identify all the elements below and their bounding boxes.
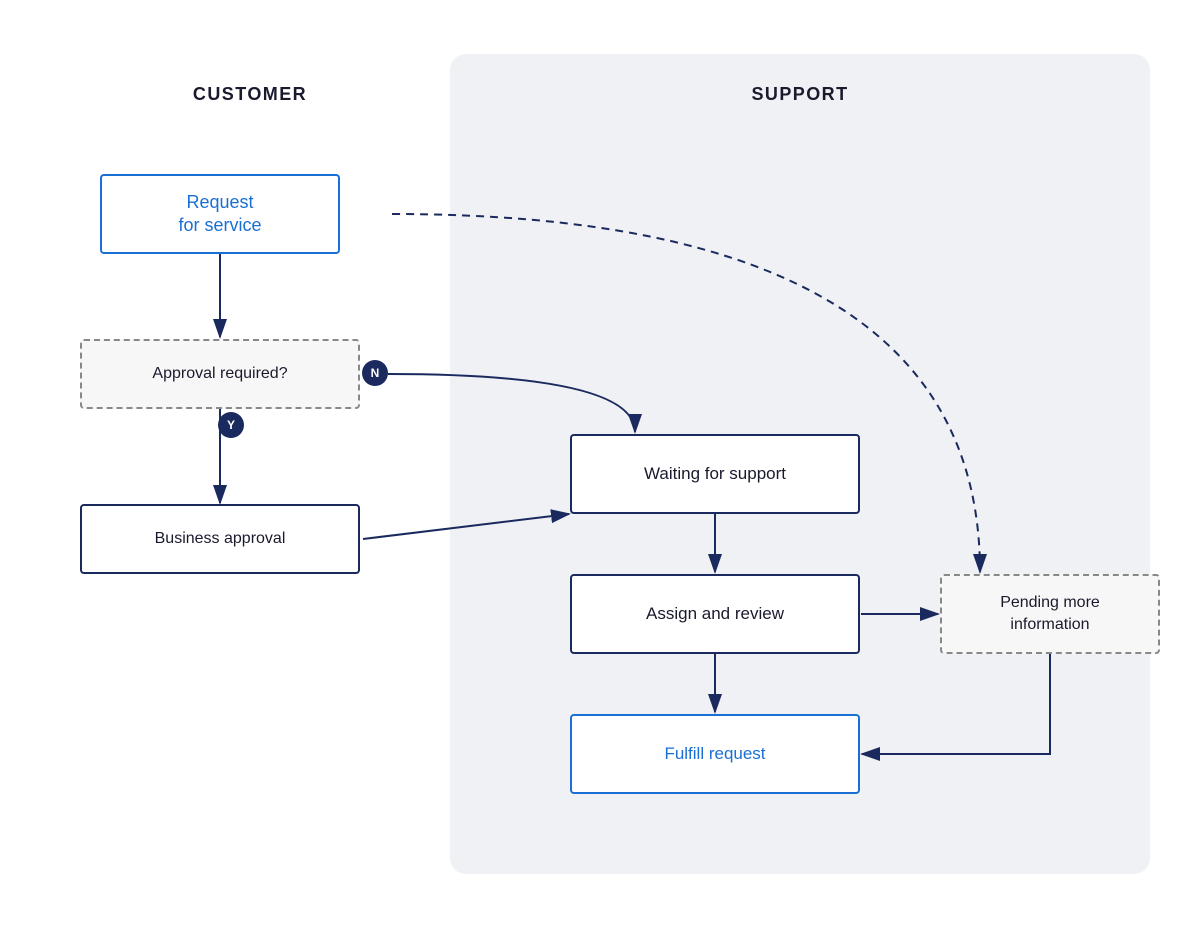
assign-review-node: Assign and review bbox=[570, 574, 860, 654]
customer-panel: CUSTOMER Requestfor service Approval req… bbox=[50, 54, 450, 874]
support-title: SUPPORT bbox=[450, 54, 1150, 105]
y-badge: Y bbox=[218, 412, 244, 438]
request-service-node: Requestfor service bbox=[100, 174, 340, 254]
waiting-support-label: Waiting for support bbox=[644, 464, 786, 484]
fulfill-request-label: Fulfill request bbox=[664, 744, 765, 764]
approval-required-node: Approval required? bbox=[80, 339, 360, 409]
approval-required-label: Approval required? bbox=[152, 365, 287, 383]
business-approval-node: Business approval bbox=[80, 504, 360, 574]
pending-info-label: Pending moreinformation bbox=[1000, 592, 1100, 637]
n-badge: N bbox=[362, 360, 388, 386]
fulfill-request-node: Fulfill request bbox=[570, 714, 860, 794]
waiting-support-node: Waiting for support bbox=[570, 434, 860, 514]
request-service-label: Requestfor service bbox=[178, 191, 261, 238]
support-panel: SUPPORT Waiting for support Assign and r… bbox=[450, 54, 1150, 874]
business-approval-label: Business approval bbox=[155, 530, 286, 548]
pending-info-node: Pending moreinformation bbox=[940, 574, 1160, 654]
assign-review-label: Assign and review bbox=[646, 604, 784, 624]
diagram-container: CUSTOMER Requestfor service Approval req… bbox=[50, 54, 1150, 874]
customer-title: CUSTOMER bbox=[50, 54, 450, 105]
